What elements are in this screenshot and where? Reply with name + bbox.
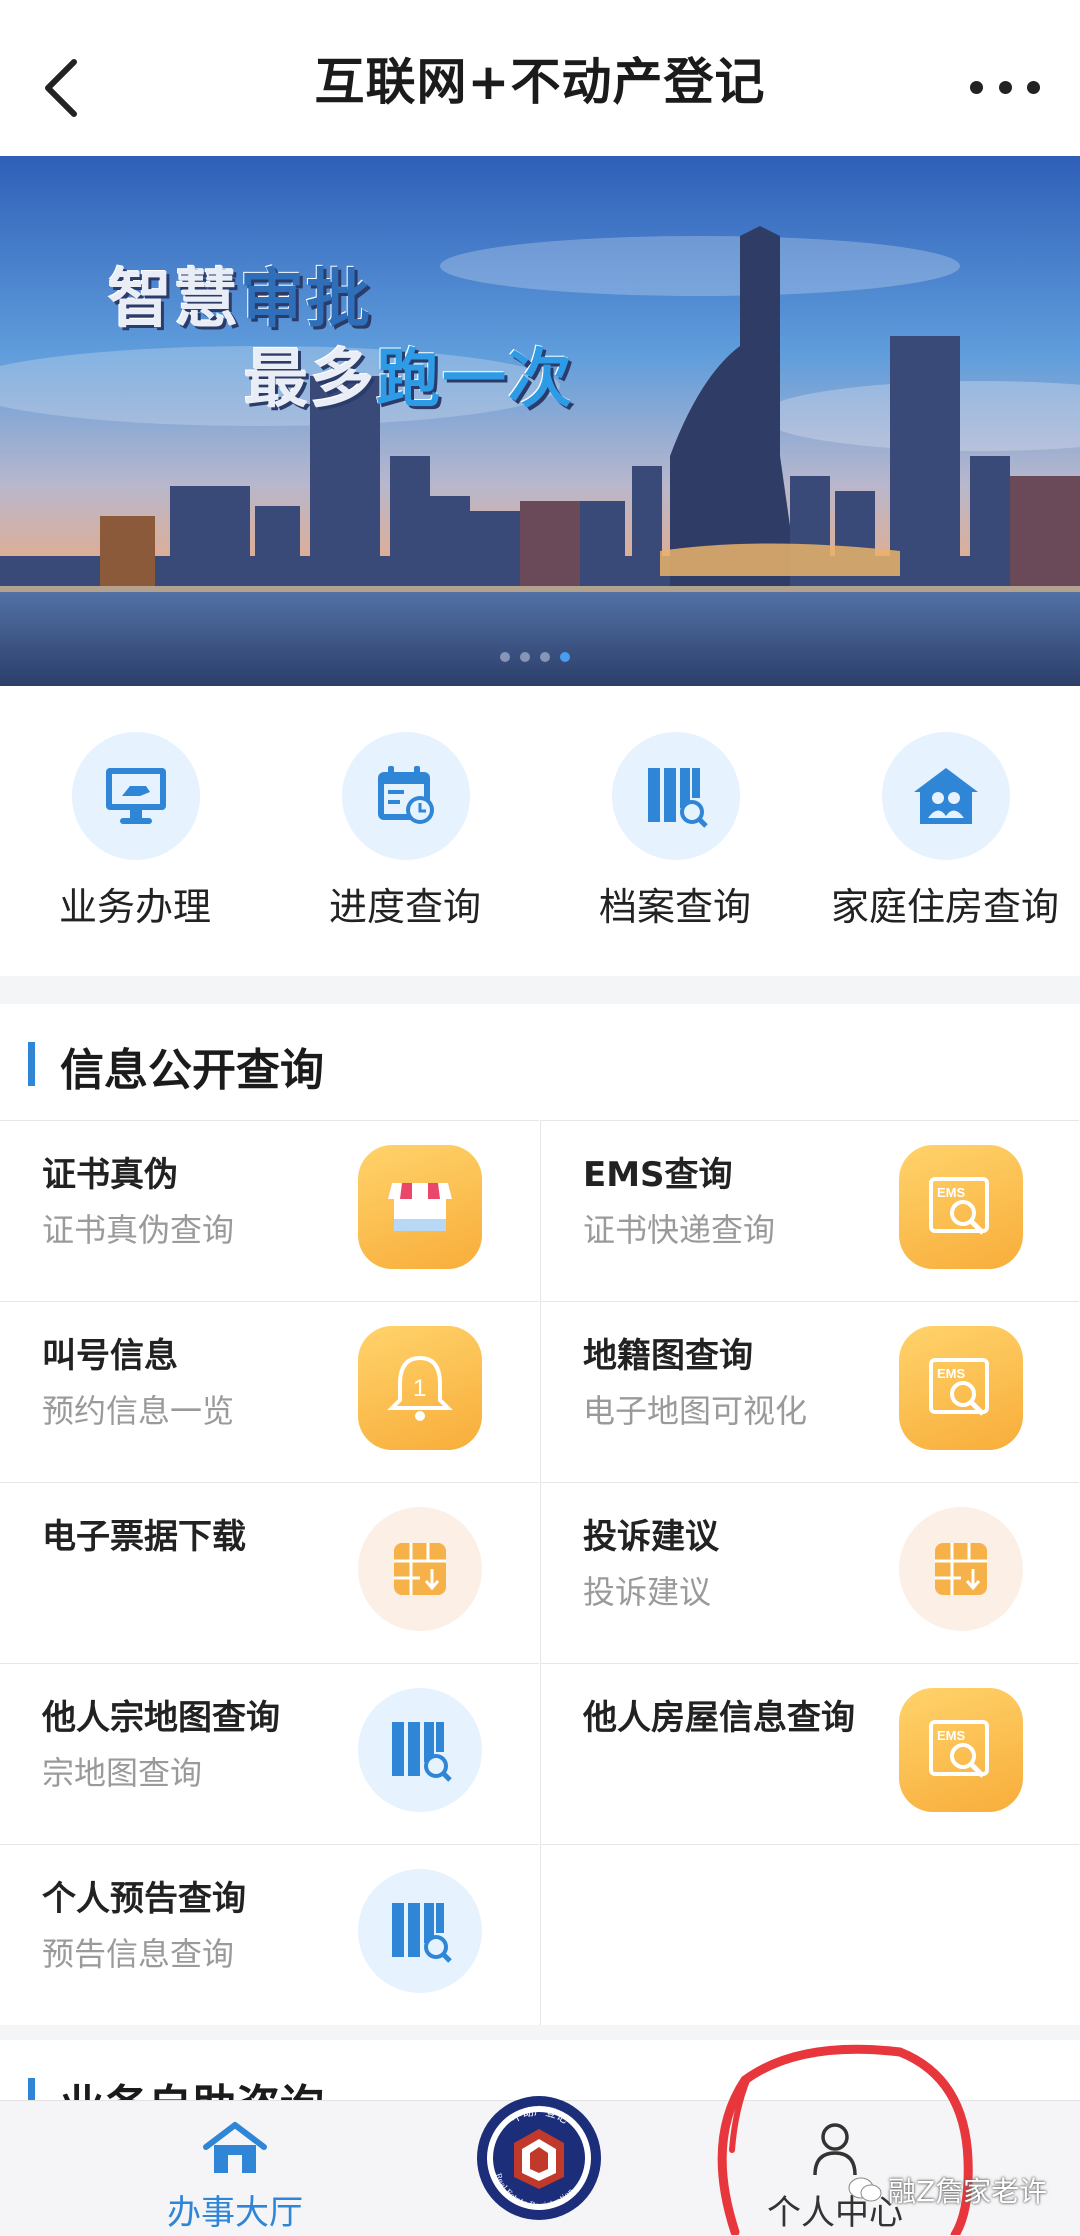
service-subtitle: 宗地图查询 (42, 1754, 203, 1792)
banner-slogan-line1: 智慧审批 (108, 263, 372, 337)
registration-seal-icon: 不动产登记 Real Estate Registration (477, 2096, 601, 2220)
service-subtitle: 证书快递查询 (583, 1211, 776, 1249)
service-subtitle: 投诉建议 (583, 1573, 712, 1611)
grid-download-icon (899, 1507, 1023, 1631)
service-subtitle: 证书真伪查询 (42, 1211, 235, 1249)
page-title: 互联网+不动产登记 (314, 53, 766, 111)
carousel-dot[interactable] (500, 652, 510, 662)
quick-nav-housing[interactable]: 家庭住房查询 (810, 686, 1080, 976)
wechat-icon (848, 2177, 882, 2202)
service-title: EMS查询 (583, 1155, 733, 1195)
bottom-tab-bar: 办事大厅 不动产登记 Real Estate Registration 个人中心 (0, 2096, 1080, 2236)
carousel-dot[interactable] (520, 652, 530, 662)
service-subtitle: 预约信息一览 (42, 1392, 235, 1430)
service-cadastral-map[interactable]: 地籍图查询 电子地图可视化 EMS (540, 1301, 1079, 1482)
top-nav-bar: 互联网+不动产登记 (0, 0, 1080, 156)
tab-personal-center[interactable]: 个人中心 (750, 2101, 920, 2236)
quick-nav-label: 进度查询 (328, 885, 481, 929)
service-others-house-info[interactable]: 他人房屋信息查询 EMS (540, 1663, 1079, 1844)
tab-service-hall[interactable]: 办事大厅 (150, 2101, 320, 2236)
ems-icon-text: EMS (937, 1728, 966, 1743)
service-title: 证书真伪 (42, 1155, 178, 1195)
storefront-icon (358, 1145, 482, 1269)
bell-number: 1 (413, 1375, 426, 1402)
carousel-dot[interactable] (540, 652, 550, 662)
archive-search-icon (358, 1688, 482, 1812)
next-section-peek: 业务自助咨询 (0, 2040, 1080, 2132)
service-complaint[interactable]: 投诉建议 投诉建议 (540, 1482, 1079, 1663)
calendar-clock-icon (342, 732, 470, 860)
banner-carousel[interactable]: 智慧审批 最多跑一次 (0, 156, 1080, 686)
service-title: 叫号信息 (42, 1336, 178, 1376)
real-estate-registration-logo[interactable]: 不动产登记 Real Estate Registration (474, 2093, 604, 2228)
ems-icon-text: EMS (937, 1185, 966, 1200)
carousel-indicator (500, 652, 570, 662)
bell-number-icon: 1 (358, 1326, 482, 1450)
archive-search-icon (358, 1869, 482, 1993)
service-e-receipt-download[interactable]: 电子票据下载 (0, 1482, 539, 1663)
quick-nav: 业务办理 进度查询 档案查询 家庭住房查询 (0, 686, 1080, 976)
service-title: 他人宗地图查询 (42, 1698, 280, 1738)
service-certificate-verify[interactable]: 证书真伪 证书真伪查询 (0, 1120, 539, 1301)
banner-image (0, 156, 1080, 686)
info-public-section: 信息公开查询 证书真伪 证书真伪查询 EMS查询 证书快递查询 EMS 叫号信息… (0, 1004, 1080, 2025)
service-title: 地籍图查询 (583, 1336, 753, 1376)
carousel-dot-active[interactable] (560, 652, 570, 662)
back-arrow-icon[interactable] (38, 58, 88, 118)
quick-nav-label: 家庭住房查询 (830, 885, 1059, 929)
monitor-hand-icon (72, 732, 200, 860)
quick-nav-progress[interactable]: 进度查询 (270, 686, 540, 976)
ems-icon-text: EMS (937, 1366, 966, 1381)
ems-search-icon: EMS (899, 1326, 1023, 1450)
section-header: 信息公开查询 (0, 1004, 1080, 1120)
tab-label: 办事大厅 (167, 2193, 303, 2233)
service-subtitle: 电子地图可视化 (583, 1392, 808, 1430)
home-icon (203, 2122, 267, 2173)
quick-nav-label: 业务办理 (58, 885, 211, 929)
service-title: 他人房屋信息查询 (583, 1698, 855, 1738)
watermark: 融Z詹家老许 (848, 2170, 1047, 2210)
service-personal-notice[interactable]: 个人预告查询 预告信息查询 (0, 1844, 539, 2025)
service-subtitle: 预告信息查询 (42, 1935, 235, 1973)
section-title: 信息公开查询 (60, 1045, 324, 1096)
service-title: 电子票据下载 (42, 1517, 246, 1557)
watermark-text: 融Z詹家老许 (888, 2175, 1048, 2208)
more-options-icon[interactable] (970, 78, 1040, 96)
grid-download-icon (358, 1507, 482, 1631)
service-title: 投诉建议 (583, 1517, 719, 1557)
ems-search-icon: EMS (899, 1688, 1023, 1812)
archive-search-icon (612, 732, 740, 860)
quick-nav-label: 档案查询 (598, 885, 751, 929)
user-icon (813, 2123, 857, 2176)
service-empty-cell (540, 1844, 1079, 2025)
house-family-icon (882, 732, 1010, 860)
service-others-parcel-map[interactable]: 他人宗地图查询 宗地图查询 (0, 1663, 539, 1844)
service-ems[interactable]: EMS查询 证书快递查询 EMS (540, 1120, 1079, 1301)
quick-nav-business[interactable]: 业务办理 (0, 686, 270, 976)
ems-search-icon: EMS (899, 1145, 1023, 1269)
service-queue-info[interactable]: 叫号信息 预约信息一览 1 (0, 1301, 539, 1482)
quick-nav-archive[interactable]: 档案查询 (540, 686, 810, 976)
section-accent-bar (28, 1042, 35, 1086)
banner-slogan-line2: 最多跑一次 (244, 343, 574, 417)
service-title: 个人预告查询 (42, 1879, 246, 1919)
